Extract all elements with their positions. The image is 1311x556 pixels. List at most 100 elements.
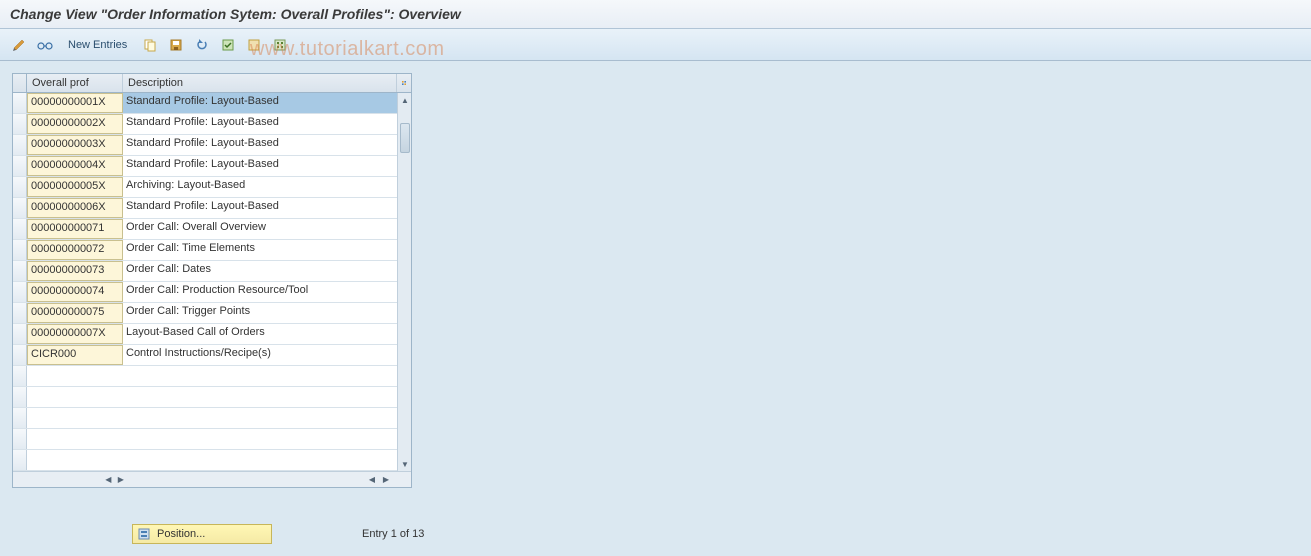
row-selector[interactable] [13,198,27,218]
undo-icon[interactable] [191,34,213,56]
cell-prof[interactable] [27,366,123,386]
table-row[interactable]: 00000000004XStandard Profile: Layout-Bas… [13,156,397,177]
table-row[interactable]: 000000000072Order Call: Time Elements [13,240,397,261]
cell-prof[interactable]: 000000000071 [27,219,123,239]
cell-desc[interactable] [123,387,397,407]
cell-prof[interactable]: 00000000001X [27,93,123,113]
table-row[interactable] [13,450,397,471]
cell-desc[interactable]: Order Call: Production Resource/Tool [123,282,397,302]
cell-desc[interactable] [123,450,397,470]
row-selector[interactable] [13,303,27,323]
cell-desc[interactable]: Order Call: Trigger Points [123,303,397,323]
cell-prof[interactable]: 000000000072 [27,240,123,260]
scroll-down-icon[interactable]: ▼ [398,457,412,471]
row-selector[interactable] [13,408,27,428]
table-row[interactable]: 00000000005XArchiving: Layout-Based [13,177,397,198]
table-row[interactable]: 000000000075Order Call: Trigger Points [13,303,397,324]
row-selector[interactable] [13,366,27,386]
cell-prof[interactable]: 000000000073 [27,261,123,281]
deselect-all-icon[interactable] [243,34,265,56]
cell-desc[interactable]: Order Call: Overall Overview [123,219,397,239]
table-row[interactable]: CICR000Control Instructions/Recipe(s) [13,345,397,366]
row-selector[interactable] [13,114,27,134]
page-title: Change View "Order Information Sytem: Ov… [10,6,461,22]
cell-prof[interactable]: 00000000005X [27,177,123,197]
row-selector-header[interactable] [13,74,27,92]
row-selector[interactable] [13,429,27,449]
cell-desc[interactable]: Order Call: Time Elements [123,240,397,260]
cell-prof[interactable]: 000000000074 [27,282,123,302]
table-row[interactable]: 000000000074Order Call: Production Resou… [13,282,397,303]
cell-desc[interactable]: Standard Profile: Layout-Based [123,135,397,155]
config-icon[interactable] [269,34,291,56]
cell-desc[interactable]: Standard Profile: Layout-Based [123,198,397,218]
column-config-icon[interactable] [397,74,411,92]
table-row[interactable] [13,387,397,408]
footer: Position... Entry 1 of 13 [12,524,1299,544]
table-row[interactable] [13,408,397,429]
row-selector[interactable] [13,261,27,281]
select-all-icon[interactable] [217,34,239,56]
table-row[interactable]: 00000000007XLayout-Based Call of Orders [13,324,397,345]
table-row[interactable]: 000000000071Order Call: Overall Overview [13,219,397,240]
row-selector[interactable] [13,93,27,113]
table-row[interactable] [13,429,397,450]
hscroll-left2-icon[interactable]: ◀ [365,473,379,487]
row-selector[interactable] [13,324,27,344]
toggle-edit-icon[interactable] [8,34,30,56]
cell-prof[interactable]: 000000000075 [27,303,123,323]
glasses-icon[interactable] [34,34,56,56]
cell-desc[interactable]: Standard Profile: Layout-Based [123,114,397,134]
position-button[interactable]: Position... [132,524,272,544]
position-icon [137,527,151,541]
cell-desc[interactable] [123,408,397,428]
cell-prof[interactable] [27,450,123,470]
cell-desc[interactable] [123,429,397,449]
cell-desc[interactable] [123,366,397,386]
cell-prof[interactable]: 00000000007X [27,324,123,344]
row-selector[interactable] [13,282,27,302]
cell-prof[interactable]: 00000000004X [27,156,123,176]
cell-prof[interactable] [27,429,123,449]
hscroll-right-icon[interactable]: ▶ [115,473,127,487]
profiles-table: Overall prof Description 00000000001XSta… [12,73,412,488]
cell-prof[interactable] [27,387,123,407]
save-icon[interactable] [165,34,187,56]
cell-desc[interactable]: Order Call: Dates [123,261,397,281]
table-row[interactable]: 00000000001XStandard Profile: Layout-Bas… [13,93,397,114]
cell-desc[interactable]: Standard Profile: Layout-Based [123,93,397,113]
row-selector[interactable] [13,345,27,365]
cell-desc[interactable]: Control Instructions/Recipe(s) [123,345,397,365]
cell-prof[interactable]: 00000000003X [27,135,123,155]
row-selector[interactable] [13,156,27,176]
cell-prof[interactable] [27,408,123,428]
copy-icon[interactable] [139,34,161,56]
cell-prof[interactable]: 00000000002X [27,114,123,134]
cell-desc[interactable]: Standard Profile: Layout-Based [123,156,397,176]
new-entries-button[interactable]: New Entries [60,34,135,56]
horizontal-scrollbar[interactable]: ◀ ▶ ◀ ▶ [13,471,411,487]
vertical-scrollbar[interactable]: ▲ ▼ [397,93,411,471]
toolbar: New Entries [0,29,1311,61]
hscroll-right2-icon[interactable]: ▶ [379,473,393,487]
column-header-desc[interactable]: Description [123,74,397,92]
row-selector[interactable] [13,177,27,197]
scroll-up-icon[interactable]: ▲ [398,93,412,107]
cell-prof[interactable]: CICR000 [27,345,123,365]
row-selector[interactable] [13,219,27,239]
row-selector[interactable] [13,135,27,155]
cell-prof[interactable]: 00000000006X [27,198,123,218]
row-selector[interactable] [13,450,27,470]
hscroll-left-icon[interactable]: ◀ [102,473,114,487]
cell-desc[interactable]: Archiving: Layout-Based [123,177,397,197]
table-row[interactable] [13,366,397,387]
row-selector[interactable] [13,387,27,407]
table-row[interactable]: 000000000073Order Call: Dates [13,261,397,282]
scroll-thumb[interactable] [400,123,410,153]
table-row[interactable]: 00000000003XStandard Profile: Layout-Bas… [13,135,397,156]
table-row[interactable]: 00000000006XStandard Profile: Layout-Bas… [13,198,397,219]
row-selector[interactable] [13,240,27,260]
table-row[interactable]: 00000000002XStandard Profile: Layout-Bas… [13,114,397,135]
column-header-prof[interactable]: Overall prof [27,74,123,92]
cell-desc[interactable]: Layout-Based Call of Orders [123,324,397,344]
